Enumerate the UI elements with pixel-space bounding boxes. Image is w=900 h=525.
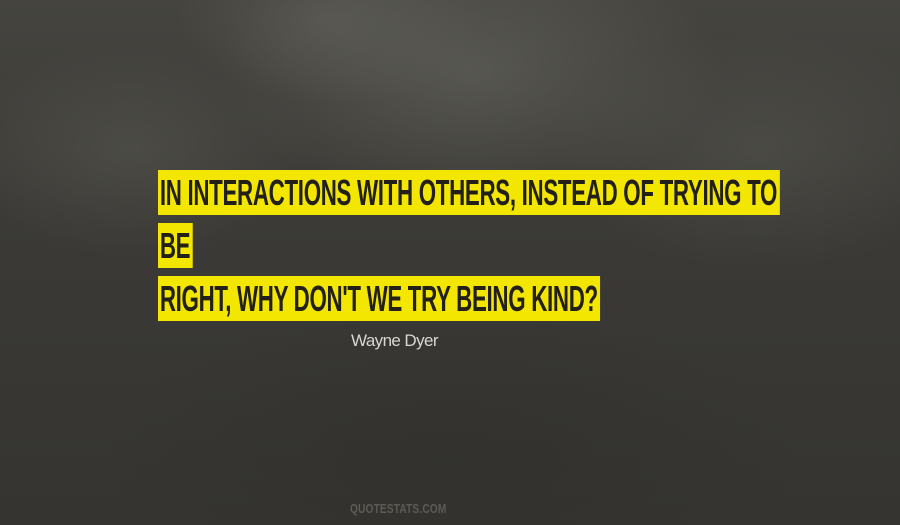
site-watermark: QUOTESTATS.COM [350, 501, 447, 516]
quote-line-2: right, why don't we try being kind? [158, 276, 601, 321]
quote-text: In interactions with others, instead of … [158, 166, 780, 325]
author-name: Wayne Dyer [351, 331, 439, 350]
quote-line-1: In interactions with others, instead of … [158, 170, 780, 268]
